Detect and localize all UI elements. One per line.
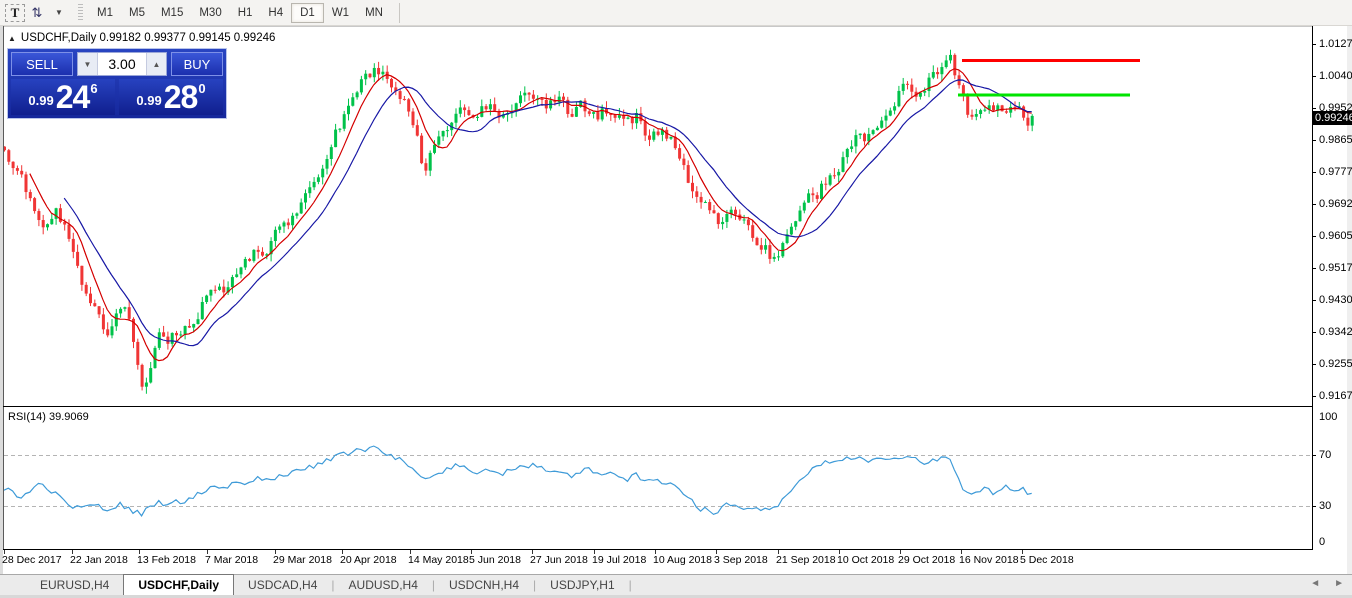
- price-axis-tick: [1312, 236, 1316, 237]
- toolbar-grip[interactable]: [78, 4, 83, 22]
- date-axis-label: 10 Oct 2018: [837, 554, 894, 566]
- date-axis-label: 21 Sep 2018: [776, 554, 836, 566]
- price-axis-label: 0.94300: [1319, 294, 1352, 306]
- price-axis-tick: [1312, 140, 1316, 141]
- price-axis-label: 0.97775: [1319, 166, 1352, 178]
- chart-title: ▲ USDCHF,Daily 0.99182 0.99377 0.99145 0…: [8, 32, 275, 44]
- date-axis-label: 29 Mar 2018: [273, 554, 332, 566]
- chart-tab-bar: EURUSD,H4 USDCHF,Daily USDCAD,H4 | AUDUS…: [0, 574, 1352, 595]
- sell-price-point: 6: [90, 81, 97, 96]
- date-axis-label: 20 Apr 2018: [340, 554, 397, 566]
- price-axis-label: 0.98650: [1319, 134, 1352, 146]
- date-axis-label: 22 Jan 2018: [70, 554, 128, 566]
- chart-left-border: [3, 26, 4, 549]
- volume-input[interactable]: 3.00: [98, 53, 146, 75]
- timeframe-h4-button[interactable]: H4: [260, 3, 291, 23]
- sell-price-prefix: 0.99: [28, 93, 53, 108]
- timeframe-m5-button[interactable]: M5: [121, 3, 153, 23]
- rsi-axis-label: 100: [1319, 411, 1337, 423]
- tab-audusd-h4[interactable]: AUDUSD,H4: [335, 575, 432, 595]
- date-axis-label: 10 Aug 2018: [653, 554, 712, 566]
- trading-platform-window: T ⇅ ▼ M1 M5 M15 M30 H1 H4 D1 W1 MN ▲ USD…: [0, 0, 1352, 598]
- tab-scroll-left-icon[interactable]: ◄: [1310, 578, 1320, 589]
- date-axis-label: 7 Mar 2018: [205, 554, 258, 566]
- price-axis-tick: [1312, 332, 1316, 333]
- tab-usdcad-h4[interactable]: USDCAD,H4: [234, 575, 331, 595]
- price-axis-label: 1.00400: [1319, 70, 1352, 82]
- volume-decrease-icon[interactable]: ▼: [78, 53, 98, 75]
- rsi-chart-canvas[interactable]: [4, 408, 1312, 549]
- sell-price-box[interactable]: 0.99 24 6: [11, 79, 115, 115]
- sell-button[interactable]: SELL: [11, 52, 73, 76]
- price-axis-tick: [1312, 108, 1316, 109]
- buy-price-prefix: 0.99: [136, 93, 161, 108]
- tab-scroll-right-icon[interactable]: ►: [1334, 578, 1344, 589]
- price-axis-label: 0.93425: [1319, 326, 1352, 338]
- tab-usdchf-daily[interactable]: USDCHF,Daily: [123, 574, 234, 595]
- rsi-axis-label: 0: [1319, 536, 1325, 548]
- date-axis-label: 28 Dec 2017: [2, 554, 62, 566]
- price-axis-tick: [1312, 268, 1316, 269]
- text-tool-icon[interactable]: T: [5, 4, 25, 22]
- date-axis-label: 3 Sep 2018: [714, 554, 768, 566]
- pane-splitter[interactable]: [3, 406, 1313, 407]
- buy-button[interactable]: BUY: [171, 52, 223, 76]
- arrows-tool-dropdown-icon[interactable]: ▼: [49, 3, 69, 23]
- chart-region: ▲ USDCHF,Daily 0.99182 0.99377 0.99145 0…: [0, 26, 1352, 574]
- price-axis-label: 1.01275: [1319, 38, 1352, 50]
- volume-stepper: ▼ 3.00 ▲: [77, 52, 167, 76]
- price-axis-tick: [1312, 204, 1316, 205]
- buy-price-point: 0: [198, 81, 205, 96]
- date-axis-label: 5 Jun 2018: [469, 554, 521, 566]
- rsi-axis-label: 30: [1319, 500, 1331, 512]
- rsi-axis-label: 70: [1319, 449, 1331, 461]
- price-axis-tick: [1312, 396, 1316, 397]
- buy-price-pips: 28: [164, 82, 198, 112]
- price-axis-label: 0.99525: [1319, 102, 1352, 114]
- date-axis-label: 5 Dec 2018: [1020, 554, 1074, 566]
- price-axis-label: 0.92550: [1319, 358, 1352, 370]
- price-axis-tick: [1312, 76, 1316, 77]
- rsi-indicator-label: RSI(14) 39.9069: [8, 411, 89, 423]
- price-axis-label: 0.96050: [1319, 230, 1352, 242]
- timeframe-h1-button[interactable]: H1: [230, 3, 261, 23]
- date-axis-label: 13 Feb 2018: [137, 554, 196, 566]
- timeframe-m1-button[interactable]: M1: [89, 3, 121, 23]
- tab-separator: |: [629, 578, 632, 592]
- timeframe-w1-button[interactable]: W1: [324, 3, 357, 23]
- price-axis-tick: [1312, 44, 1316, 45]
- price-axis-label: 0.96925: [1319, 198, 1352, 210]
- date-axis-label: 27 Jun 2018: [530, 554, 588, 566]
- price-axis-tick: [1312, 300, 1316, 301]
- timeframe-d1-button[interactable]: D1: [291, 3, 324, 23]
- price-axis-label: 0.91675: [1319, 390, 1352, 402]
- price-axis-label: 0.95175: [1319, 262, 1352, 274]
- date-axis-label: 16 Nov 2018: [959, 554, 1019, 566]
- timeframe-m15-button[interactable]: M15: [153, 3, 191, 23]
- rsi-axis-tick: [1312, 506, 1316, 507]
- price-axis-tick: [1312, 172, 1316, 173]
- timeframe-m30-button[interactable]: M30: [191, 3, 229, 23]
- price-axis-tick: [1312, 364, 1316, 365]
- buy-price-box[interactable]: 0.99 28 0: [119, 79, 223, 115]
- price-axis-border: [1312, 26, 1313, 549]
- volume-increase-icon[interactable]: ▲: [146, 53, 166, 75]
- tab-usdjpy-h1[interactable]: USDJPY,H1: [536, 575, 628, 595]
- symbol-ohlc-text: USDCHF,Daily 0.99182 0.99377 0.99145 0.9…: [21, 32, 275, 44]
- arrows-tool-icon[interactable]: ⇅: [27, 3, 47, 23]
- tab-usdcnh-h4[interactable]: USDCNH,H4: [435, 575, 533, 595]
- top-toolbar: T ⇅ ▼ M1 M5 M15 M30 H1 H4 D1 W1 MN: [0, 0, 1352, 26]
- rsi-axis-tick: [1312, 455, 1316, 456]
- date-axis-label: 14 May 2018: [408, 554, 469, 566]
- one-click-trade-panel: SELL ▼ 3.00 ▲ BUY 0.99 24 6 0.99 28 0: [7, 48, 227, 119]
- collapse-triangle-icon[interactable]: ▲: [8, 34, 16, 43]
- timeframe-mn-button[interactable]: MN: [357, 3, 391, 23]
- date-axis-label: 19 Jul 2018: [592, 554, 646, 566]
- tab-eurusd-h4[interactable]: EURUSD,H4: [26, 575, 123, 595]
- date-axis-label: 29 Oct 2018: [898, 554, 955, 566]
- sell-price-pips: 24: [56, 82, 90, 112]
- date-axis[interactable]: 28 Dec 2017 22 Jan 2018 13 Feb 2018 7 Mar 2…: [0, 550, 1352, 574]
- toolbar-separator: [399, 3, 400, 23]
